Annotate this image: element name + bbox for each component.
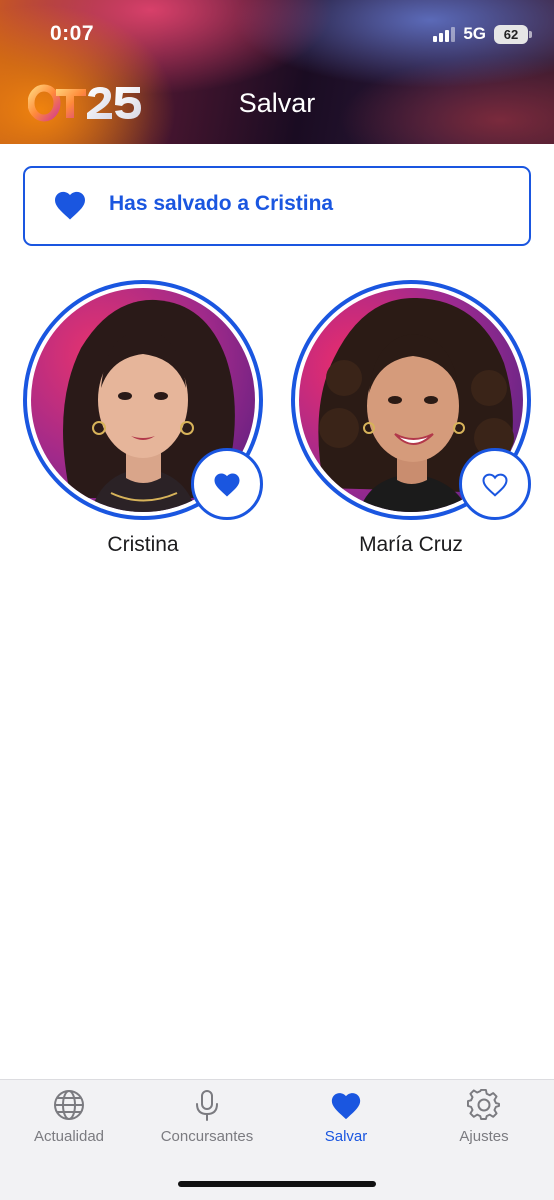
save-contestant-button[interactable] xyxy=(191,448,263,520)
page-title: Salvar xyxy=(238,88,316,118)
tab-label: Ajustes xyxy=(459,1128,509,1145)
tab-label: Actualidad xyxy=(33,1128,105,1145)
banner-message: Has salvado a Cristina xyxy=(109,192,334,215)
signal-icon xyxy=(433,26,456,42)
app-header: 0:07 5G 62 Salvar xyxy=(0,0,554,144)
home-indicator[interactable] xyxy=(178,1181,376,1187)
heart-outline-icon xyxy=(482,473,508,497)
gear-icon xyxy=(467,1088,500,1120)
tab-label: Salvar xyxy=(324,1128,368,1145)
contestant-name: María Cruz xyxy=(359,533,463,556)
tab-salvar[interactable]: Salvar xyxy=(277,1080,415,1160)
heart-filled-icon xyxy=(55,191,85,220)
globe-icon xyxy=(54,1090,84,1120)
status-time: 0:07 xyxy=(50,22,95,45)
heart-filled-icon xyxy=(214,473,240,497)
tab-ajustes[interactable]: Ajustes xyxy=(415,1080,553,1160)
contestant-name: Cristina xyxy=(107,533,179,556)
tab-concursantes[interactable]: Concursantes xyxy=(138,1080,276,1160)
microphone-icon xyxy=(196,1090,218,1121)
save-contestant-button[interactable] xyxy=(459,448,531,520)
tab-actualidad[interactable]: Actualidad xyxy=(0,1080,138,1160)
status-indicators: 5G 62 xyxy=(433,24,532,44)
battery-level: 62 xyxy=(503,26,519,42)
network-label: 5G xyxy=(463,24,486,43)
saved-confirmation-banner: Has salvado a Cristina xyxy=(23,166,531,246)
battery-icon: 62 xyxy=(494,24,532,44)
tab-label: Concursantes xyxy=(160,1128,254,1145)
heart-filled-icon xyxy=(331,1093,361,1120)
